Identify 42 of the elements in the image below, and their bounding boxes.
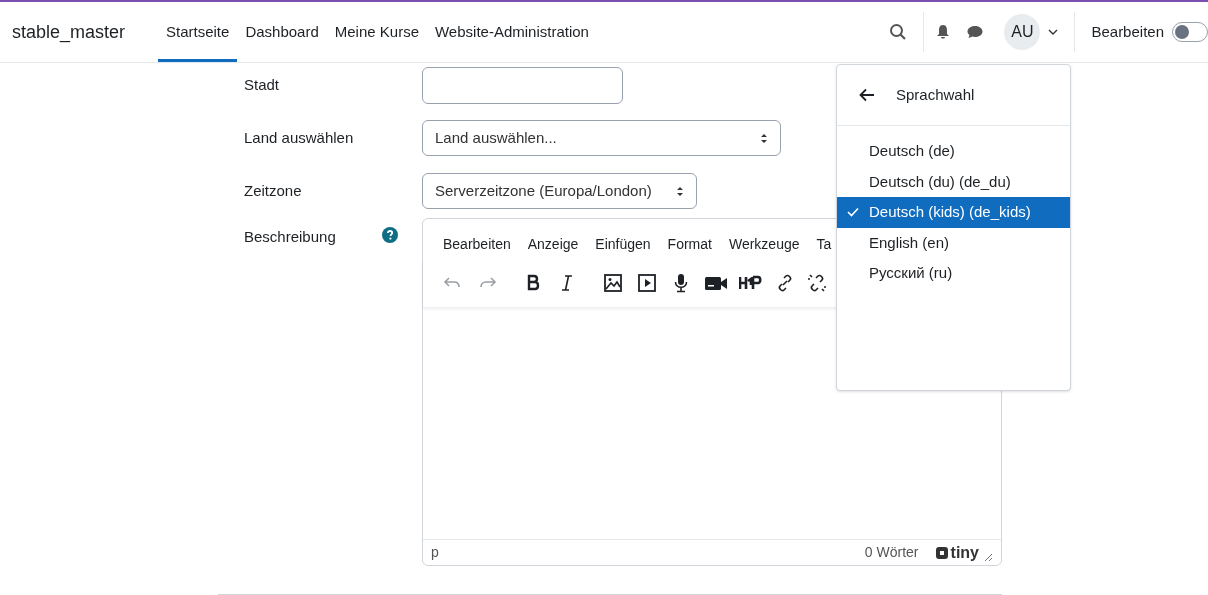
language-option[interactable]: Русский (ru) — [837, 258, 1070, 289]
checkmark-icon — [847, 207, 859, 218]
editor-menu-item[interactable]: Werkzeuge — [728, 234, 800, 259]
editor-menu-item[interactable]: Format — [667, 234, 712, 259]
user-avatar[interactable]: AU — [1004, 14, 1041, 50]
edit-mode-label: Bearbeiten — [1091, 21, 1164, 42]
text-field[interactable] — [422, 66, 623, 104]
bell-icon[interactable] — [936, 24, 951, 40]
field-label: Stadt — [244, 74, 281, 95]
nav-link[interactable]: Startseite — [158, 2, 238, 62]
language-option[interactable]: Deutsch (kids) (de_kids) — [837, 197, 1070, 228]
nav-link[interactable]: Website-Administration — [427, 2, 597, 62]
search-icon[interactable] — [889, 23, 908, 41]
language-option[interactable]: English (en) — [837, 227, 1070, 258]
field-label: Land auswählen — [244, 127, 355, 148]
menu-title: Sprachwahl — [896, 84, 975, 105]
field-label: Beschreibung — [244, 227, 337, 247]
field-label: Zeitzone — [244, 180, 303, 201]
tiny-logo[interactable]: tiny — [934, 540, 979, 565]
nav-link[interactable]: Dashboard — [237, 2, 327, 62]
caret-icon[interactable] — [1048, 29, 1059, 35]
select-field[interactable]: Land auswählen... — [422, 120, 781, 156]
back-arrow-icon[interactable] — [859, 88, 875, 102]
editor-menu-item[interactable]: Anzeige — [527, 234, 579, 259]
play-icon[interactable] — [637, 273, 657, 293]
word-count: 0 Wörter — [864, 543, 919, 562]
image-icon[interactable] — [603, 273, 623, 293]
nav-link[interactable]: Meine Kurse — [326, 2, 427, 62]
broken-link-icon[interactable] — [807, 273, 827, 293]
help-icon[interactable] — [382, 227, 398, 243]
sort-arrows-icon — [760, 132, 768, 144]
element-path: p — [431, 543, 439, 562]
language-option[interactable]: Deutsch (de) — [837, 136, 1070, 167]
editor-menu-item[interactable]: Ta — [816, 234, 832, 259]
resize-handle-icon[interactable] — [983, 552, 993, 562]
select-field[interactable]: Serverzeitzone (Europa/London) — [422, 173, 697, 209]
language-option[interactable]: Deutsch (du) (de_du) — [837, 166, 1070, 197]
editor-menu-item[interactable]: Bearbeiten — [443, 234, 511, 259]
editor-menu-item[interactable]: Einfügen — [595, 234, 651, 259]
site-name[interactable]: stable_master — [0, 18, 158, 46]
chat-icon[interactable] — [966, 24, 985, 40]
sort-arrows-icon — [675, 185, 684, 197]
